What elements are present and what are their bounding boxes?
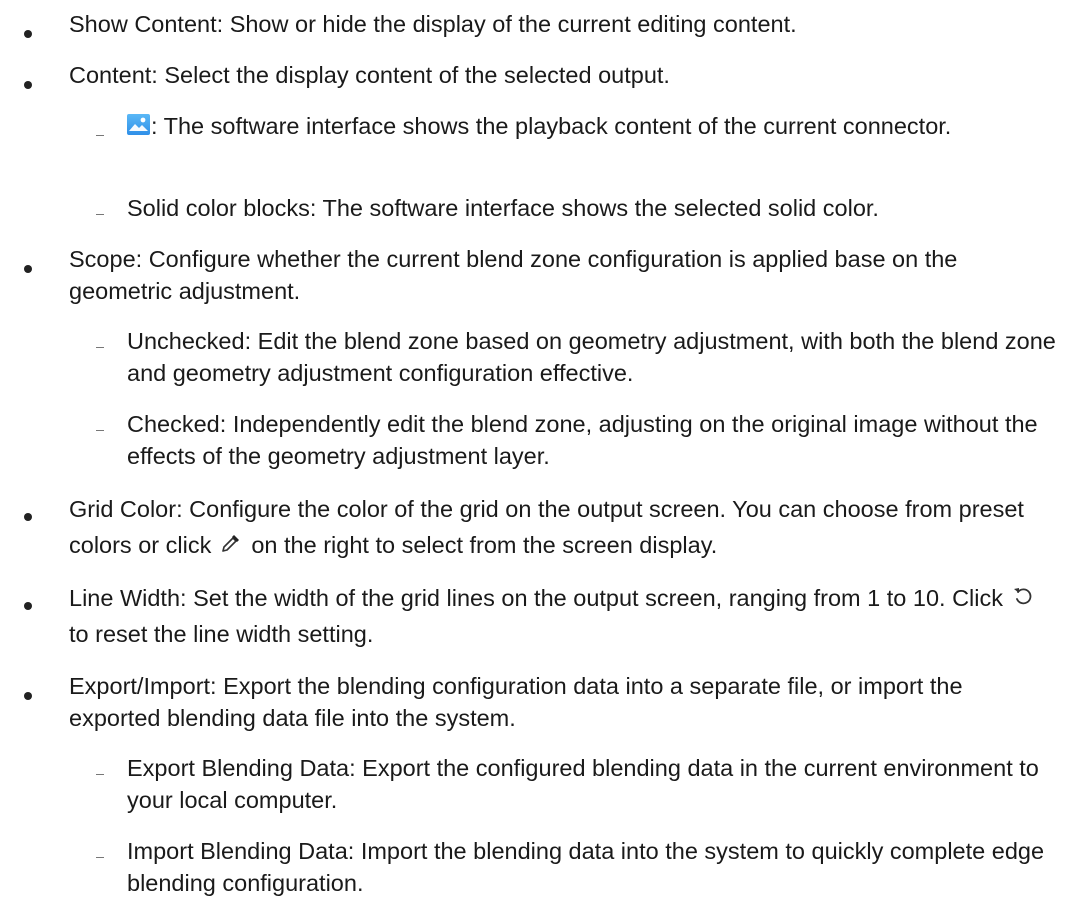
item-description: Independently edit the blend zone, adjus…: [127, 411, 1038, 469]
sub-item-text: Checked: Independently edit the blend zo…: [127, 408, 1059, 472]
item-description: Configure whether the current blend zone…: [69, 246, 958, 304]
dash-marker: [96, 430, 104, 431]
item-label: Export/Import:: [69, 673, 217, 699]
list-item-text: Line Width: Set the width of the grid li…: [69, 580, 1059, 652]
dash-marker: [96, 774, 104, 775]
item-description: Select the display content of the select…: [164, 62, 670, 88]
item-label: Grid Color:: [69, 496, 183, 522]
dash-marker: [96, 857, 104, 858]
item-label: Line Width:: [69, 585, 187, 611]
item-description: Show or hide the display of the current …: [229, 11, 797, 37]
reset-icon: [1011, 584, 1035, 608]
item-label: Show Content:: [69, 11, 224, 37]
bullet: [24, 602, 32, 610]
bullet: [24, 30, 32, 38]
item-description-after: to reset the line width setting.: [69, 621, 374, 647]
document-page: Show Content: Show or hide the display o…: [0, 0, 1079, 920]
item-description: The software interface shows the selecte…: [322, 195, 879, 221]
dash-marker: [96, 214, 104, 215]
sub-item-text: Solid color blocks: The software interfa…: [127, 192, 1059, 224]
sub-item-text: Unchecked: Edit the blend zone based on …: [127, 325, 1059, 389]
item-description: Edit the blend zone based on geometry ad…: [127, 328, 1056, 386]
item-description-before: Set the width of the grid lines on the o…: [193, 585, 1003, 611]
dash-marker: [96, 135, 104, 136]
dash-marker: [96, 347, 104, 348]
bullet: [24, 81, 32, 89]
list-item-text: Scope: Configure whether the current ble…: [69, 243, 1059, 307]
sub-item-text: Export Blending Data: Export the configu…: [127, 752, 1059, 816]
item-description: : The software interface shows the playb…: [151, 113, 952, 139]
item-label: Import Blending Data:: [127, 838, 355, 864]
bullet: [24, 265, 32, 273]
item-label: Checked:: [127, 411, 227, 437]
item-label: Scope:: [69, 246, 143, 272]
list-item-text: Content: Select the display content of t…: [69, 59, 1059, 91]
item-label: Export Blending Data:: [127, 755, 356, 781]
item-description-after: on the right to select from the screen d…: [251, 532, 718, 558]
sub-item-text: Import Blending Data: Import the blendin…: [127, 835, 1059, 899]
item-label: Unchecked:: [127, 328, 252, 354]
list-item-text: Grid Color: Configure the color of the g…: [69, 491, 1059, 563]
bullet: [24, 692, 32, 700]
list-item-text: Show Content: Show or hide the display o…: [69, 8, 1059, 40]
sub-item-text: : The software interface shows the playb…: [105, 110, 1059, 142]
image-icon: [127, 114, 150, 136]
bullet: [24, 513, 32, 521]
item-label: Content:: [69, 62, 158, 88]
item-label: Solid color blocks:: [127, 195, 317, 221]
list-item-text: Export/Import: Export the blending confi…: [69, 670, 1059, 734]
eyedropper-icon: [219, 531, 243, 555]
